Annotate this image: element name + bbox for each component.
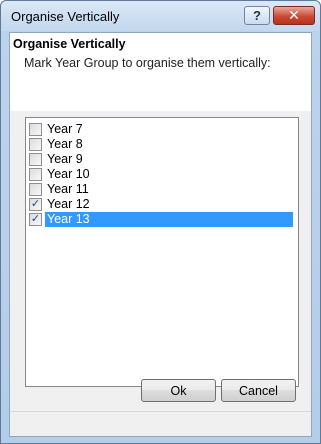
- list-item[interactable]: Year 9: [27, 152, 297, 167]
- list-item[interactable]: Year 11: [27, 182, 297, 197]
- cancel-button[interactable]: Cancel: [221, 379, 296, 402]
- list-item-label: Year 8: [47, 137, 83, 151]
- header-description: Mark Year Group to organise them vertica…: [24, 56, 271, 70]
- title-bar[interactable]: Organise Vertically ? ✕: [1, 1, 320, 31]
- header-title: Organise Vertically: [13, 37, 126, 51]
- list-item[interactable]: Year 7: [27, 122, 297, 137]
- dialog-body: Organise Vertically Mark Year Group to o…: [9, 32, 312, 437]
- checkbox[interactable]: [29, 153, 42, 166]
- window-title: Organise Vertically: [11, 9, 120, 24]
- checkmark-icon: ✓: [30, 213, 41, 225]
- year-group-checklist[interactable]: Year 7 Year 8 Year 9 Year 10 Year 11 ✓ Y…: [25, 117, 299, 387]
- ok-button[interactable]: Ok: [141, 379, 216, 402]
- close-button[interactable]: ✕: [273, 6, 315, 25]
- checkbox[interactable]: [29, 183, 42, 196]
- checkbox[interactable]: ✓: [29, 213, 42, 226]
- checkbox[interactable]: ✓: [29, 198, 42, 211]
- checkbox[interactable]: [29, 123, 42, 136]
- help-button[interactable]: ?: [244, 6, 270, 25]
- close-icon: ✕: [288, 7, 300, 23]
- list-item-label: Year 10: [47, 167, 90, 181]
- list-item-label: Year 9: [47, 152, 83, 166]
- checkbox[interactable]: [29, 168, 42, 181]
- list-item[interactable]: Year 10: [27, 167, 297, 182]
- dialog-window: Organise Vertically ? ✕ Organise Vertica…: [0, 0, 321, 444]
- question-mark-icon: ?: [253, 8, 261, 23]
- list-item-label: Year 12: [47, 197, 90, 211]
- checkmark-icon: ✓: [30, 198, 41, 210]
- status-footer: [10, 411, 311, 436]
- header-panel: Organise Vertically Mark Year Group to o…: [10, 33, 311, 111]
- list-item[interactable]: ✓ Year 12: [27, 197, 297, 212]
- list-item-label: Year 11: [47, 182, 89, 196]
- checkbox[interactable]: [29, 138, 42, 151]
- list-item[interactable]: ✓ Year 13: [27, 212, 297, 227]
- list-item-label: Year 7: [47, 122, 83, 136]
- list-item[interactable]: Year 8: [27, 137, 297, 152]
- list-item-label: Year 13: [45, 212, 293, 227]
